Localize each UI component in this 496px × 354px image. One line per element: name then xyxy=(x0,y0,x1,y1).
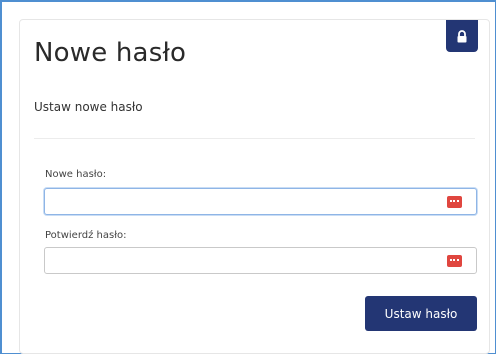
lock-icon xyxy=(457,29,467,42)
password-manager-icon[interactable] xyxy=(447,196,462,208)
set-password-card: Nowe hasło Ustaw nowe hasło Nowe hasło: … xyxy=(19,19,490,354)
page-subtitle: Ustaw nowe hasło xyxy=(34,100,143,114)
set-password-button[interactable]: Ustaw hasło xyxy=(365,296,477,331)
new-password-label: Nowe hasło: xyxy=(45,169,107,180)
confirm-password-input[interactable] xyxy=(44,247,477,274)
lock-badge xyxy=(446,20,478,52)
confirm-password-label: Potwierdź hasło: xyxy=(45,230,127,241)
section-divider xyxy=(34,138,475,139)
new-password-input[interactable] xyxy=(44,188,477,215)
page-title: Nowe hasło xyxy=(34,38,187,68)
window-frame: Nowe hasło Ustaw nowe hasło Nowe hasło: … xyxy=(0,0,496,354)
password-manager-icon[interactable] xyxy=(447,255,462,267)
